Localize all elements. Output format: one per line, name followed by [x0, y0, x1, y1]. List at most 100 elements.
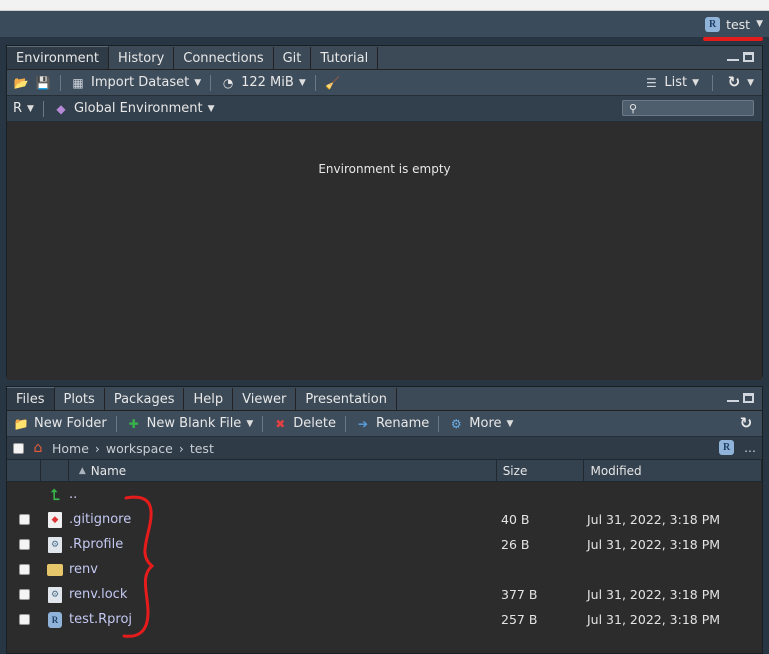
sort-ascending-icon: ▲	[78, 465, 86, 476]
tab-packages[interactable]: Packages	[104, 388, 185, 410]
tab-help[interactable]: Help	[184, 388, 234, 410]
file-name-link[interactable]: renv.lock	[69, 587, 501, 602]
table-row: ⚙ renv.lock 377 B Jul 31, 2022, 3:18 PM	[7, 582, 762, 607]
breadcrumb-more-button[interactable]: ...	[744, 440, 756, 455]
files-tabbar: Files Plots Packages Help Viewer Present…	[7, 387, 762, 411]
breadcrumb-separator-icon: ›	[178, 440, 184, 456]
search-icon: ⚲	[629, 101, 638, 115]
chevron-down-icon: ▼	[27, 103, 34, 114]
toolbar-separator	[60, 74, 61, 91]
environment-dropdown[interactable]: ◆ Global Environment ▼	[53, 101, 214, 117]
new-folder-button[interactable]: 📁 New Folder	[13, 416, 107, 432]
tab-files[interactable]: Files	[7, 387, 55, 410]
tab-connections[interactable]: Connections	[174, 47, 274, 69]
toolbar-separator	[438, 415, 440, 432]
file-size: 257 B	[501, 612, 538, 627]
environment-search-input[interactable]	[641, 100, 746, 116]
file-name-link[interactable]: test.Rproj	[69, 612, 501, 627]
chevron-down-icon: ▼	[298, 77, 306, 88]
language-dropdown[interactable]: R ▼	[13, 101, 34, 116]
red-underline-annotation	[703, 37, 763, 41]
row-checkbox[interactable]	[18, 614, 30, 625]
tab-plots[interactable]: Plots	[54, 388, 105, 410]
language-label: R	[13, 101, 23, 116]
breadcrumb-home[interactable]: Home	[52, 441, 89, 456]
view-mode-dropdown[interactable]: ☰ List ▼	[643, 75, 699, 91]
import-dataset-label: Import Dataset	[91, 75, 190, 90]
refresh-icon: ↻	[727, 73, 741, 91]
table-row: ◆ .gitignore 40 B Jul 31, 2022, 3:18 PM	[7, 507, 762, 532]
new-folder-icon: 📁	[13, 416, 29, 431]
row-checkbox[interactable]	[18, 589, 30, 600]
file-size: 26 B	[501, 537, 530, 552]
parent-dir-link[interactable]: ..	[69, 487, 501, 502]
tab-presentation[interactable]: Presentation	[296, 388, 397, 410]
folder-icon	[47, 563, 63, 576]
refresh-environment-button[interactable]: ↻ ▼	[726, 75, 754, 91]
breadcrumb-separator-icon: ›	[94, 440, 100, 456]
rename-icon: ➔	[357, 416, 368, 431]
memory-usage-button[interactable]: ◔ 122 MiB ▼	[220, 75, 306, 91]
breadcrumb-workspace[interactable]: workspace	[106, 441, 173, 456]
header-name-label: Name	[90, 463, 127, 478]
project-menu-button[interactable]: R test ▼	[705, 15, 763, 33]
row-checkbox[interactable]	[18, 564, 30, 575]
chevron-down-icon: ▼	[756, 19, 763, 29]
header-size-label: Size	[502, 463, 528, 478]
header-modified-label: Modified	[590, 463, 642, 478]
file-name-link[interactable]: renv	[69, 562, 501, 577]
row-checkbox[interactable]	[18, 514, 30, 525]
more-label: More	[469, 416, 502, 431]
delete-label: Delete	[293, 416, 336, 431]
import-dataset-button[interactable]: ▦ Import Dataset ▼	[70, 75, 201, 91]
minimize-icon[interactable]	[727, 400, 739, 402]
tab-tutorial[interactable]: Tutorial	[311, 47, 379, 69]
header-name[interactable]: ▲ Name	[69, 460, 497, 481]
toolbar-separator	[42, 100, 44, 117]
chevron-down-icon: ▼	[747, 77, 754, 88]
memory-usage-label: 122 MiB	[241, 75, 294, 90]
more-button[interactable]: ⚙ More ▼	[448, 416, 514, 432]
env-toolbar: 📂 💾 ▦ Import Dataset ▼ ◔ 122 MiB ▼ 🧹 ☰ L…	[7, 70, 762, 96]
go-to-project-dir-icon[interactable]: R	[719, 440, 735, 455]
tab-environment[interactable]: Environment	[7, 46, 110, 69]
tab-viewer[interactable]: Viewer	[233, 388, 297, 410]
table-row: renv	[7, 557, 762, 582]
file-name-link[interactable]: .gitignore	[69, 512, 501, 527]
maximize-icon[interactable]	[743, 393, 754, 403]
select-all-checkbox[interactable]	[13, 442, 24, 454]
files-toolbar: 📁 New Folder ✚ New Blank File ▼ ✖ Delete…	[7, 411, 762, 437]
refresh-icon: ↻	[739, 414, 753, 432]
chevron-down-icon: ▼	[506, 418, 514, 429]
header-size[interactable]: Size	[497, 460, 585, 481]
delete-button[interactable]: ✖ Delete	[272, 416, 336, 432]
load-workspace-button[interactable]: 📂	[13, 75, 29, 91]
pie-chart-icon: ◔	[222, 75, 234, 90]
toolbar-separator	[262, 415, 264, 432]
save-workspace-button[interactable]: 💾	[35, 75, 51, 91]
view-mode-label: List	[664, 75, 688, 90]
home-icon[interactable]: ⌂	[30, 440, 46, 456]
new-folder-label: New Folder	[34, 416, 107, 431]
parent-dir-row[interactable]: ⮤ ..	[7, 482, 762, 507]
open-folder-icon: 📂	[13, 75, 29, 90]
up-arrow-icon: ⮤	[50, 485, 60, 504]
clear-workspace-button[interactable]: 🧹	[325, 75, 341, 91]
minimize-icon[interactable]	[727, 59, 739, 61]
breadcrumb-test[interactable]: test	[190, 441, 214, 456]
file-modified: Jul 31, 2022, 3:18 PM	[587, 587, 721, 602]
files-list: ⮤ .. ◆ .gitignore 40 B Jul 31, 2022, 3:1…	[7, 482, 762, 632]
environment-search[interactable]: ⚲	[622, 100, 754, 116]
file-name-link[interactable]: .Rprofile	[69, 537, 501, 552]
tab-history[interactable]: History	[109, 47, 175, 69]
refresh-files-button[interactable]: ↻	[738, 416, 754, 432]
env-toolbar-right: ☰ List ▼ ↻ ▼	[643, 70, 754, 95]
tab-git[interactable]: Git	[273, 47, 312, 69]
maximize-icon[interactable]	[743, 52, 754, 62]
chevron-down-icon: ▼	[692, 77, 700, 88]
rename-button[interactable]: ➔ Rename	[355, 416, 429, 432]
new-blank-file-button[interactable]: ✚ New Blank File ▼	[126, 416, 254, 432]
header-modified[interactable]: Modified	[584, 460, 762, 481]
toolbar-separator	[712, 74, 714, 91]
row-checkbox[interactable]	[18, 539, 30, 550]
